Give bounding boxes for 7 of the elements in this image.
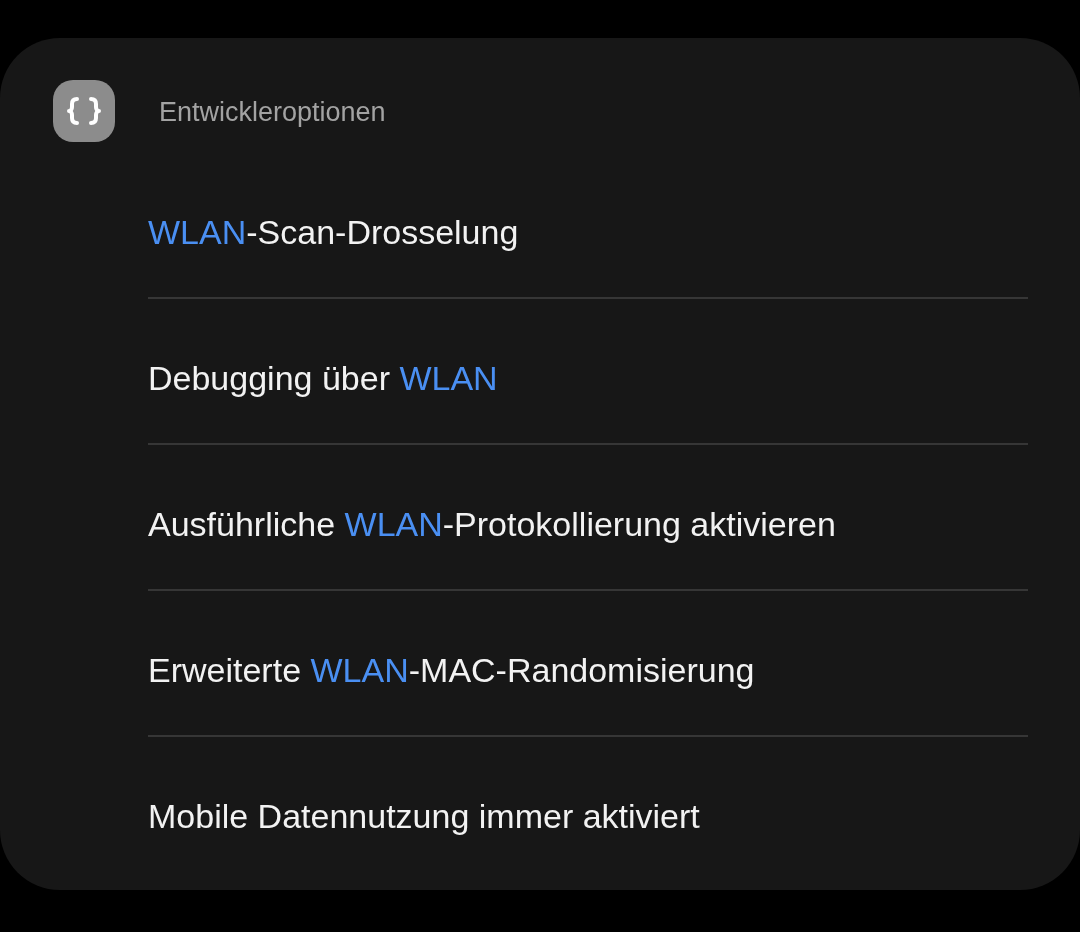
section-title: Entwickleroptionen [159, 96, 386, 128]
search-result-item[interactable]: WLAN-Scan-Drosselung [148, 212, 519, 252]
braces-icon [53, 80, 115, 142]
search-result-item[interactable]: Mobile Datennutzung immer aktiviert [148, 796, 700, 836]
search-result-item[interactable]: Erweiterte WLAN-MAC-Randomisierung [148, 650, 755, 690]
search-result-item[interactable]: Debugging über WLAN [148, 358, 498, 398]
search-result-item[interactable]: Ausführliche WLAN-Protokollierung aktivieren [148, 504, 836, 544]
